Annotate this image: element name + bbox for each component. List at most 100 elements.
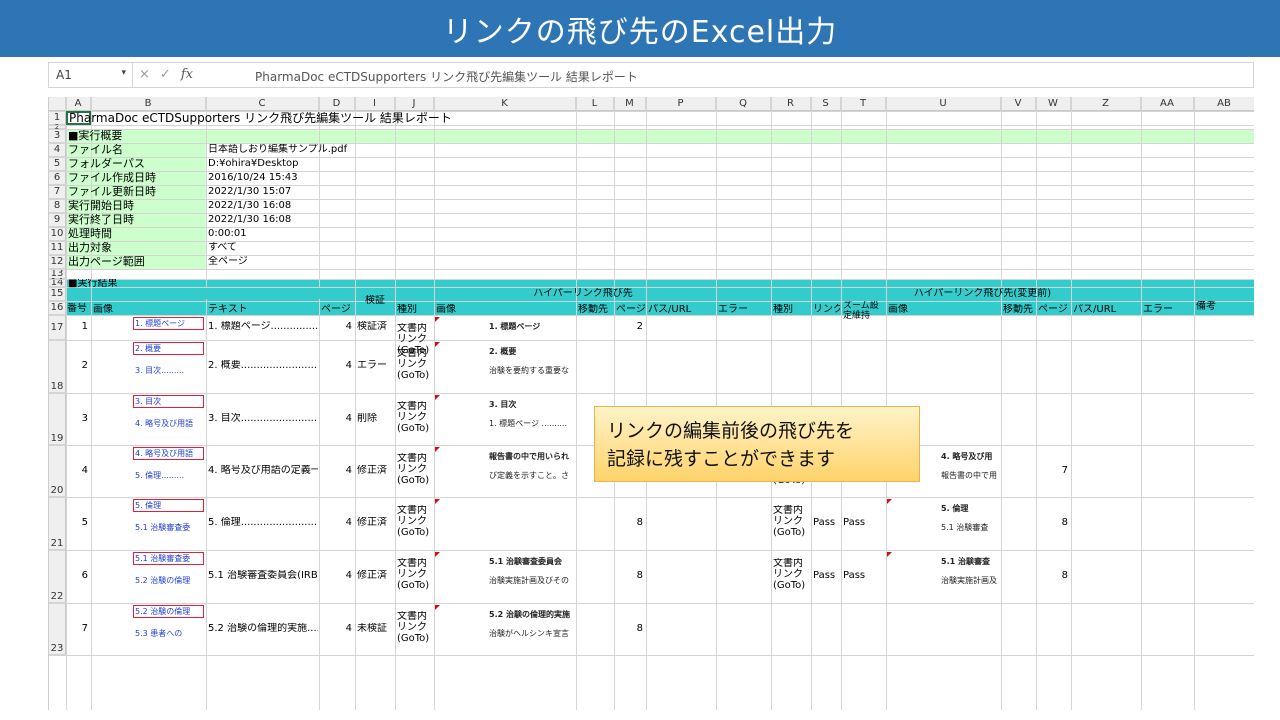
- dest-image: 5.2 治験の倫理的実施 治験がヘルシンキ宣言: [489, 609, 574, 653]
- col-link2: リンク: [813, 304, 840, 315]
- row-header-5[interactable]: 5: [49, 157, 66, 171]
- thumb-link-label: 5. 倫理: [133, 499, 204, 512]
- row-header-21[interactable]: 21: [49, 497, 66, 550]
- column-header-J[interactable]: J: [395, 97, 434, 111]
- grid-vline: [1001, 97, 1002, 710]
- column-header-AA[interactable]: AA: [1141, 97, 1194, 111]
- prev-dest-image: [941, 346, 999, 391]
- group-verify: 検証: [365, 295, 385, 306]
- row-header-23[interactable]: 23: [49, 603, 66, 655]
- slide-title: リンクの飛び先のExcel出力: [0, 0, 1280, 57]
- prev-zoom-check: [843, 321, 885, 333]
- prev-dest-image: 5.1 治験審査 治験実施計画及: [941, 556, 999, 601]
- thumb-next-label: 4. 略号及び用語: [135, 419, 194, 428]
- row-header-7[interactable]: 7: [49, 185, 66, 199]
- prev-dest-page: [1036, 413, 1068, 425]
- column-header-Z[interactable]: Z: [1071, 97, 1141, 111]
- source-thumbnail: 2. 概要 3. 目次.........: [133, 342, 204, 391]
- row-number: 1: [81, 321, 88, 332]
- summary-value: D:¥ohira¥Desktop: [208, 158, 299, 169]
- prev-link-type: 文書内リンク(GoTo): [773, 505, 806, 538]
- summary-label: ファイル更新日時: [68, 186, 156, 198]
- column-header-M[interactable]: M: [614, 97, 646, 111]
- grid-vline: [716, 97, 717, 710]
- grid-vline: [1141, 97, 1142, 710]
- row-number: 6: [81, 570, 88, 581]
- row-header-16[interactable]: 16: [49, 301, 66, 315]
- dest-page: 2: [636, 321, 643, 332]
- col-num: 番号: [67, 303, 87, 314]
- column-header-Q[interactable]: Q: [716, 97, 771, 111]
- column-header-W[interactable]: W: [1036, 97, 1071, 111]
- source-thumbnail: 5.2 治験の倫理 5.3 患者への: [133, 605, 204, 653]
- prev-link-check: Pass: [813, 517, 836, 528]
- row-header-6[interactable]: 6: [49, 171, 66, 185]
- thumb-next-label: 5.3 患者への: [135, 629, 183, 638]
- column-header-A[interactable]: A: [66, 97, 91, 111]
- column-header-L[interactable]: L: [576, 97, 614, 111]
- column-header-C[interactable]: C: [206, 97, 319, 111]
- row-header-10[interactable]: 10: [49, 227, 66, 241]
- source-thumbnail: 1. 標題ページ2. 概要.........: [133, 317, 204, 338]
- col-error: エラー: [718, 304, 748, 315]
- summary-label: 処理時間: [68, 228, 112, 240]
- row-header-9[interactable]: 9: [49, 213, 66, 227]
- row-header-22[interactable]: 22: [49, 550, 66, 603]
- prev-dest-heading: 5.1 治験審査: [941, 557, 990, 566]
- column-header-R[interactable]: R: [771, 97, 811, 111]
- row-header-4[interactable]: 4: [49, 143, 66, 157]
- column-header-AB[interactable]: AB: [1194, 97, 1254, 111]
- row-header-3[interactable]: 3: [49, 129, 66, 143]
- dest-page: 8: [636, 623, 643, 634]
- row-header-19[interactable]: 19: [49, 393, 66, 445]
- row-header-8[interactable]: 8: [49, 199, 66, 213]
- column-header-T[interactable]: T: [841, 97, 886, 111]
- link-page: 4: [345, 465, 352, 476]
- prev-dest-page: 8: [1061, 570, 1068, 581]
- verify-status: 検証済: [357, 321, 387, 332]
- column-header-P[interactable]: P: [646, 97, 716, 111]
- column-header-S[interactable]: S: [811, 97, 841, 111]
- row-header-20[interactable]: 20: [49, 445, 66, 497]
- name-box[interactable]: A1 ▾: [49, 63, 133, 87]
- grid-vline: [841, 97, 842, 710]
- summary-header: ■実行概要: [68, 130, 123, 142]
- row-header-17[interactable]: 17: [49, 315, 66, 340]
- formula-content[interactable]: PharmaDoc eCTDSupporters リンク飛び先編集ツール 結果レ…: [255, 68, 638, 85]
- link-text: 1. 標題ページ..........................: [208, 321, 318, 332]
- column-header-B[interactable]: B: [91, 97, 206, 111]
- col-dest_image: 画像: [436, 304, 456, 315]
- chevron-down-icon[interactable]: ▾: [121, 68, 126, 78]
- comment-marker: [435, 342, 440, 347]
- column-header-K[interactable]: K: [434, 97, 576, 111]
- row-header-12[interactable]: 12: [49, 255, 66, 269]
- verify-status: 修正済: [357, 517, 387, 528]
- enter-icon[interactable]: ✓: [160, 67, 171, 85]
- summary-value: 0:00:01: [208, 228, 247, 239]
- prev-dest-body: 報告書の中で用: [941, 471, 997, 480]
- prev-link-check: [813, 360, 840, 372]
- column-header-D[interactable]: D: [319, 97, 355, 111]
- formula-bar: A1 ▾ × ✓ fx PharmaDoc eCTDSupporters リンク飛…: [48, 62, 1254, 88]
- row-header-14[interactable]: 14: [49, 278, 66, 288]
- column-header-U[interactable]: U: [886, 97, 1001, 111]
- spreadsheet-grid[interactable]: A B C D I J K L M P Q R S T U V W Z AA AB 1 2 3 4 5 6 7 8 9 10 11 12 13 1…: [48, 97, 1254, 710]
- function-icon[interactable]: fx: [181, 67, 193, 85]
- grid-hline: [49, 655, 1254, 656]
- dest-image: 1. 標題ページ標題ページには下記の: [489, 321, 574, 338]
- row-number: 5: [81, 517, 88, 528]
- column-header-V[interactable]: V: [1001, 97, 1036, 111]
- comment-marker: [435, 395, 440, 400]
- comment-marker: [887, 499, 892, 504]
- dest-heading: 1. 標題ページ: [489, 322, 541, 331]
- row-header-18[interactable]: 18: [49, 340, 66, 393]
- select-all-corner[interactable]: [49, 97, 66, 111]
- column-header-I[interactable]: I: [355, 97, 395, 111]
- verify-status: エラー: [357, 360, 387, 371]
- row-header-11[interactable]: 11: [49, 241, 66, 255]
- link-type: 文書内リンク(GoTo): [397, 611, 430, 644]
- cancel-icon[interactable]: ×: [139, 67, 150, 85]
- summary-label: フォルダーパス: [68, 158, 145, 170]
- row-header-15[interactable]: 15: [49, 287, 66, 301]
- thumb-next-label: 3. 目次.........: [135, 366, 185, 375]
